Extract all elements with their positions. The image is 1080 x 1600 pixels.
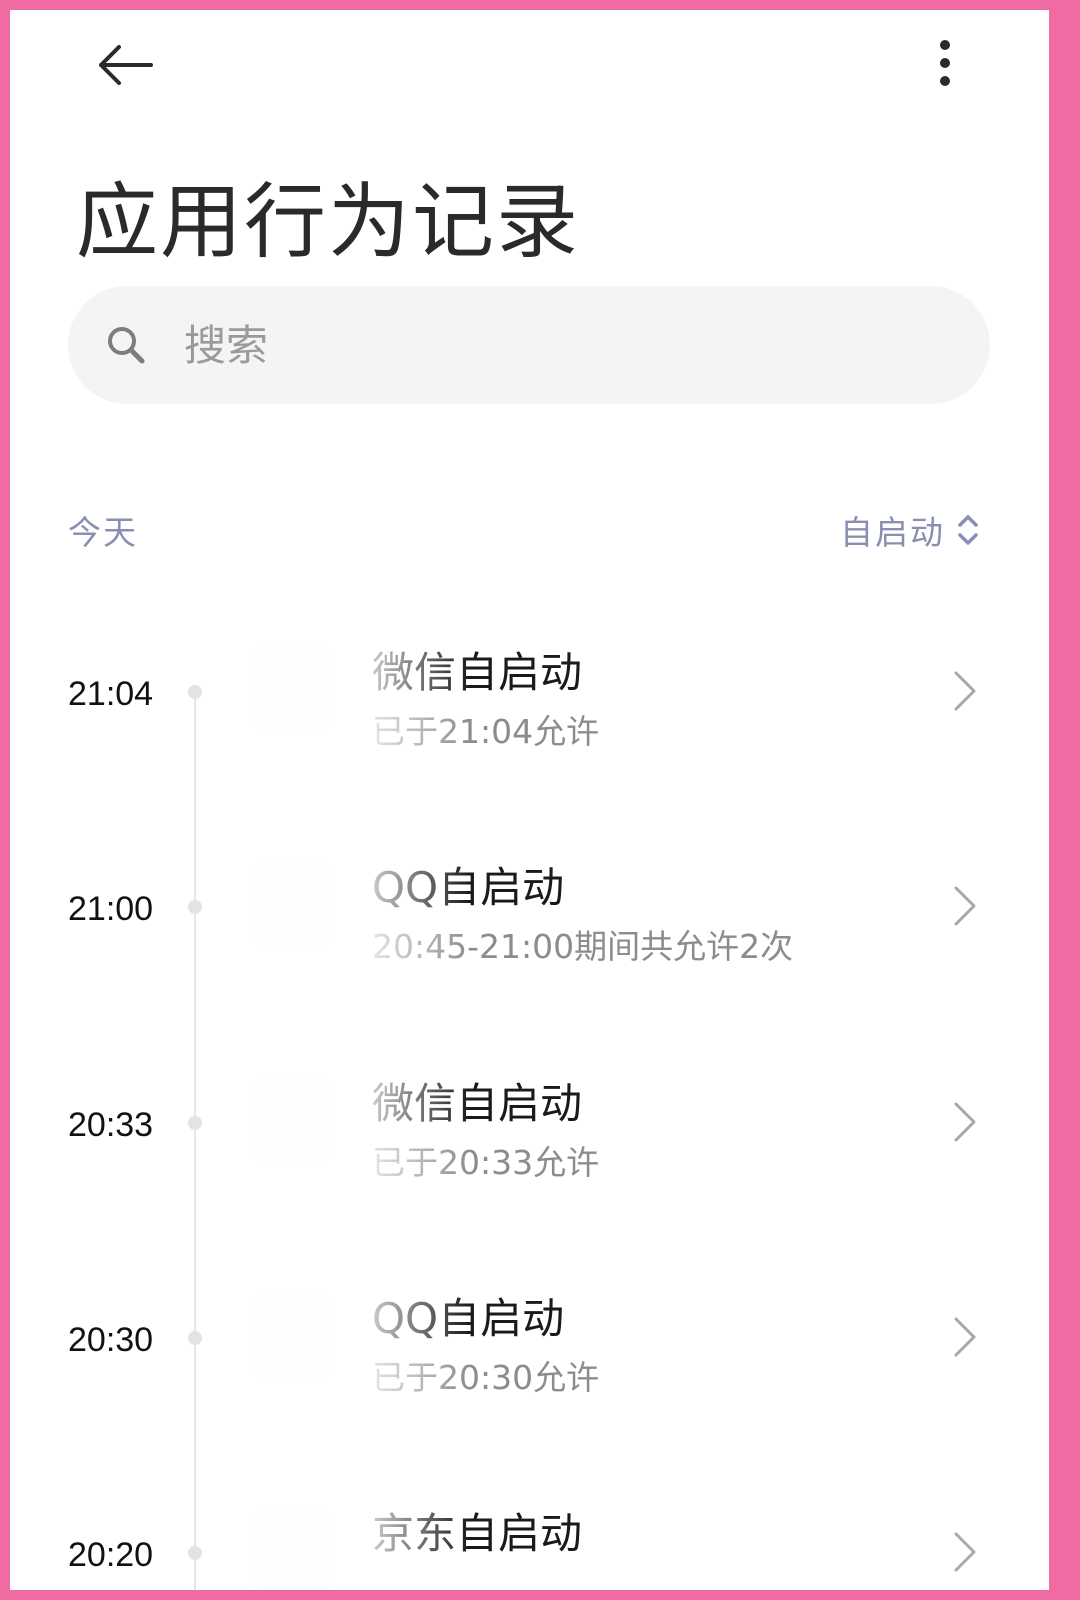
record-title: 微信自启动 — [372, 1079, 583, 1128]
sort-updown-icon — [958, 515, 978, 545]
screen: 应用行为记录 今天 自启动 21:04 微信自启动 已于21:04允许 21:0… — [10, 10, 1049, 1590]
more-options-button[interactable] — [915, 28, 975, 98]
app-icon — [248, 1506, 336, 1590]
record-subtitle: 20:45-21:00期间共允许2次 — [372, 927, 794, 966]
record-time: 21:04 — [68, 675, 154, 713]
record-row[interactable]: 21:00 QQ自启动 20:45-21:00期间共允许2次 — [10, 832, 1049, 1032]
timeline-dot — [188, 1331, 202, 1345]
app-icon — [248, 1291, 336, 1379]
timeline-dot — [188, 900, 202, 914]
record-time: 21:00 — [68, 890, 154, 928]
record-row[interactable]: 20:30 QQ自启动 已于20:30允许 — [10, 1263, 1049, 1463]
record-title: QQ自启动 — [372, 863, 565, 912]
search-bar[interactable] — [68, 286, 990, 404]
page-title: 应用行为记录 — [76, 175, 581, 270]
record-title: 微信自启动 — [372, 648, 583, 697]
chevron-right-icon — [954, 1532, 976, 1572]
chevron-right-icon — [954, 1102, 976, 1142]
record-title: 京东自启动 — [372, 1509, 583, 1558]
record-row[interactable]: 21:04 微信自启动 已于21:04允许 — [10, 617, 1049, 817]
record-time: 20:33 — [68, 1106, 154, 1144]
record-title: QQ自启动 — [372, 1294, 565, 1343]
timeline-dot — [188, 1546, 202, 1560]
chevron-right-icon — [954, 886, 976, 926]
record-time: 20:20 — [68, 1536, 154, 1574]
app-icon — [248, 860, 336, 948]
search-input[interactable] — [182, 319, 946, 371]
filter-label: 自启动 — [840, 513, 945, 552]
record-subtitle: 已于21:04允许 — [372, 712, 600, 751]
chevron-right-icon — [954, 1317, 976, 1357]
timeline-dot — [188, 1116, 202, 1130]
search-icon — [108, 327, 145, 364]
record-row[interactable]: 20:33 微信自启动 已于20:33允许 — [10, 1048, 1049, 1248]
chevron-right-icon — [954, 671, 976, 711]
filter-selector[interactable]: 自启动 — [840, 506, 981, 554]
record-time: 20:30 — [68, 1321, 154, 1359]
record-subtitle: 已于20:33允许 — [372, 1143, 600, 1182]
record-subtitle: 已于20:30允许 — [372, 1358, 600, 1397]
record-row[interactable]: 20:20 京东自启动 — [10, 1478, 1049, 1590]
app-icon — [248, 645, 336, 733]
section-date-label: 今天 — [68, 513, 138, 552]
app-icon — [248, 1076, 336, 1164]
back-arrow-icon — [99, 45, 153, 85]
more-vertical-icon — [940, 40, 950, 86]
back-button[interactable] — [80, 35, 170, 95]
timeline-dot — [188, 685, 202, 699]
